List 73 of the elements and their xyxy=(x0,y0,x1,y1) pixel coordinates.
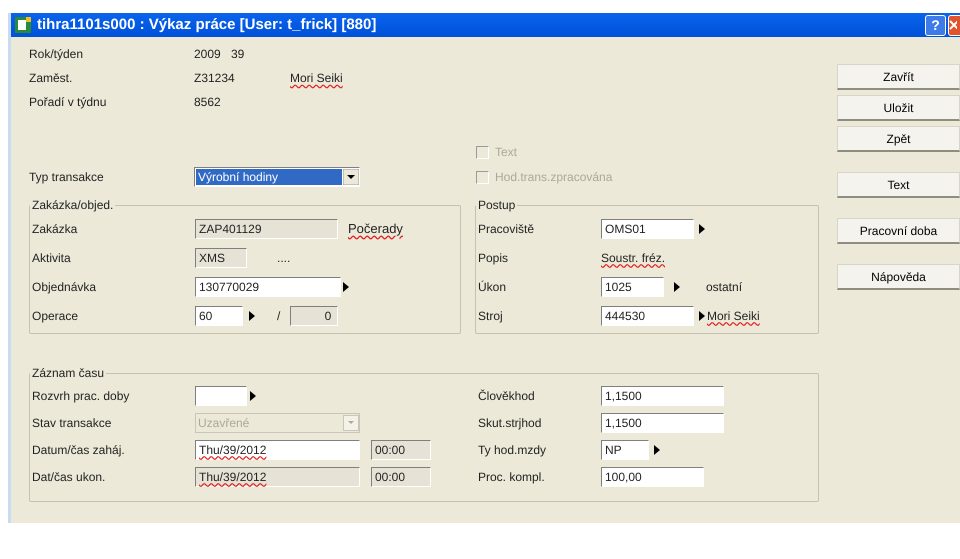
employee-code: Z31234 xyxy=(194,70,236,87)
order-name: Počerady xyxy=(348,220,403,238)
field-label: Zaměst. xyxy=(29,71,72,85)
group-title: Postup xyxy=(478,198,516,212)
app-logo-icon xyxy=(15,17,31,33)
transaction-type-dropdown[interactable]: Výrobní hodiny xyxy=(194,167,360,187)
input-field[interactable]: 1025 xyxy=(601,276,664,296)
field-label: Pracoviště xyxy=(478,222,534,236)
field-label: Zakázka xyxy=(32,222,78,236)
year-value: 2009 xyxy=(194,46,222,63)
checkbox-label: Hod.trans.zpracována xyxy=(495,169,612,186)
field-label: Ty hod.mzdy xyxy=(478,442,546,456)
dialog-button[interactable]: Text xyxy=(837,172,960,198)
dialog-button[interactable]: Zpět xyxy=(837,126,960,152)
dialog-button[interactable]: Zavřít xyxy=(837,64,960,90)
group-title: Zakázka/objed. xyxy=(32,198,114,212)
input-field[interactable]: 00:00 xyxy=(371,466,431,486)
arrow-icon[interactable] xyxy=(654,444,660,454)
field-label: Úkon xyxy=(478,280,506,294)
field-label: Pořadí v týdnu xyxy=(29,95,106,109)
field-label: Proc. kompl. xyxy=(478,470,545,484)
dialog-button[interactable]: Uložit xyxy=(837,95,960,121)
arrow-icon[interactable] xyxy=(699,310,705,320)
window-title: tihra1101s000 : Výkaz práce [User: t_frick] [880] xyxy=(37,14,376,35)
input-field[interactable]: 00:00 xyxy=(371,440,431,460)
field-label: Aktivita xyxy=(32,250,71,264)
dialog-button[interactable]: Pracovní doba xyxy=(837,218,960,244)
field-label: Skut.strjhod xyxy=(478,416,542,430)
input-field[interactable]: 1,1500 xyxy=(601,386,724,406)
arrow-icon[interactable] xyxy=(249,310,255,320)
help-button[interactable]: ? xyxy=(925,14,946,36)
arrow-icon[interactable] xyxy=(250,390,256,400)
close-button[interactable] xyxy=(948,14,960,36)
arrow-icon[interactable] xyxy=(699,224,705,234)
input-field[interactable]: XMS xyxy=(195,248,247,268)
field-label: Operace xyxy=(32,308,78,322)
input-field[interactable]: 1,1500 xyxy=(601,412,724,432)
input-field[interactable]: ZAP401129 xyxy=(195,218,338,238)
field-label: Dat/čas ukon. xyxy=(32,470,106,484)
input-field[interactable]: 130770029 xyxy=(195,276,341,296)
input-field[interactable]: 60 xyxy=(195,306,243,326)
description-value: Soustr. fréz. xyxy=(601,250,666,266)
input-field[interactable]: 0 xyxy=(290,306,338,326)
employee-name: Mori Seiki xyxy=(290,70,343,87)
field-label: Rok/týden xyxy=(29,47,84,61)
group-title: Záznam času xyxy=(32,366,104,380)
input-field[interactable]: NP xyxy=(601,440,649,460)
input-field[interactable]: 100,00 xyxy=(601,466,704,486)
field-label: Typ transakce xyxy=(29,170,104,184)
ellipsis-text: .... xyxy=(277,250,290,266)
dropdown-arrow-icon xyxy=(343,169,359,185)
arrow-icon[interactable] xyxy=(674,282,680,292)
input-field[interactable]: 444530 xyxy=(601,306,694,326)
separator-text: / xyxy=(277,308,280,324)
sequence-value: 8562 xyxy=(194,94,221,111)
input-field[interactable]: OMS01 xyxy=(601,218,694,238)
dialog-button[interactable]: Nápověda xyxy=(837,264,960,290)
checkbox-label: Text xyxy=(495,144,518,161)
field-label: Popis xyxy=(478,250,508,264)
field-label: Člověkhod xyxy=(478,388,535,402)
week-value: 39 xyxy=(231,46,244,63)
arrow-icon[interactable] xyxy=(343,282,349,292)
input-field[interactable]: Thu/39/2012 xyxy=(195,440,360,460)
input-field[interactable] xyxy=(195,386,247,406)
machine-name: Mori Seiki xyxy=(707,308,760,324)
close-icon xyxy=(949,20,957,30)
input-field[interactable]: Thu/39/2012 xyxy=(195,466,360,486)
field-label: Stroj xyxy=(478,308,503,322)
field-label: Datum/čas zaháj. xyxy=(32,442,125,456)
operation-name: ostatní xyxy=(706,278,742,296)
field-label: Objednávka xyxy=(32,280,96,294)
field-label: Stav transakce xyxy=(32,416,112,430)
field-label: Rozvrh prac. doby xyxy=(32,388,130,402)
